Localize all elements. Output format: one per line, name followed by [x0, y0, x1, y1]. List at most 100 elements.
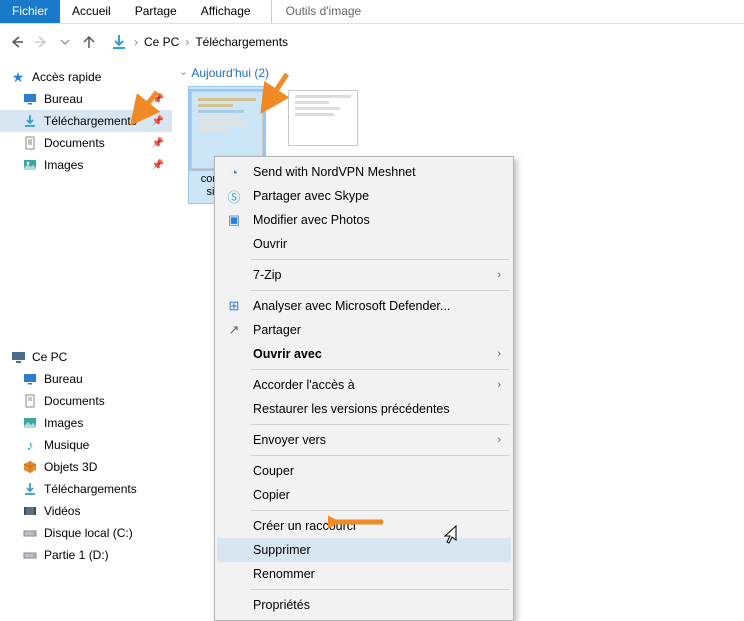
navbar: › Ce PC › Téléchargements	[0, 24, 744, 60]
skype-icon: Ⓢ	[225, 187, 243, 206]
document-icon	[22, 393, 38, 409]
ctx-creer-raccourci[interactable]: Créer un raccourci	[217, 514, 511, 538]
tree-label: Accès rapide	[32, 70, 101, 84]
tree-item-pc-objets3d[interactable]: Objets 3D	[0, 456, 172, 478]
ctx-defender[interactable]: ⊞ Analyser avec Microsoft Defender...	[217, 294, 511, 318]
chevron-right-icon: ›	[497, 269, 501, 281]
download-icon	[22, 481, 38, 497]
ctx-couper[interactable]: Couper	[217, 459, 511, 483]
tree-this-pc[interactable]: Ce PC	[0, 346, 172, 368]
ctx-partager[interactable]: ↗ Partager	[217, 318, 511, 342]
ctx-send-meshnet[interactable]: ◔ Send with NordVPN Meshnet	[217, 160, 511, 184]
share-icon: ↗	[225, 322, 243, 338]
tree-label: Documents	[44, 394, 105, 408]
tree-item-pc-images[interactable]: Images	[0, 412, 172, 434]
separator	[251, 290, 509, 291]
ctx-restaurer-versions[interactable]: Restaurer les versions précédentes	[217, 397, 511, 421]
meshnet-icon: ◔	[225, 165, 243, 180]
tree-label: Images	[44, 416, 83, 430]
download-icon	[22, 113, 38, 129]
tree-item-pc-documents[interactable]: Documents	[0, 390, 172, 412]
nav-recent-dropdown-icon[interactable]	[56, 33, 74, 51]
breadcrumb-folder[interactable]: Téléchargements	[195, 35, 288, 49]
images-icon	[22, 415, 38, 431]
group-header[interactable]: › Aujourd'hui (2)	[180, 64, 736, 86]
desktop-icon	[22, 91, 38, 107]
separator	[251, 369, 509, 370]
separator	[251, 259, 509, 260]
pin-icon: 📌	[152, 160, 164, 171]
chevron-down-icon: ›	[178, 71, 189, 74]
tree-label: Objets 3D	[44, 460, 97, 474]
separator	[251, 455, 509, 456]
ctx-modifier-photos[interactable]: ▣ Modifier avec Photos	[217, 208, 511, 232]
photos-icon: ▣	[225, 212, 243, 228]
ctx-ouvrir[interactable]: Ouvrir	[217, 232, 511, 256]
nav-forward-icon	[32, 33, 50, 51]
tree-item-telechargements[interactable]: Téléchargements 📌	[0, 110, 172, 132]
ctx-accorder-acces[interactable]: Accorder l'accès à ›	[217, 373, 511, 397]
tree-label: Documents	[44, 136, 105, 150]
chevron-right-icon: ›	[497, 348, 501, 360]
star-icon: ★	[10, 69, 26, 85]
ribbon-tabs: Fichier Accueil Partage Affichage Outils…	[0, 0, 744, 24]
tree-item-pc-drive-c[interactable]: Disque local (C:)	[0, 522, 172, 544]
breadcrumb-root[interactable]: Ce PC	[144, 35, 179, 49]
nav-up-icon[interactable]	[80, 33, 98, 51]
pin-icon: 📌	[152, 138, 164, 149]
ctx-renommer[interactable]: Renommer	[217, 562, 511, 586]
ctx-supprimer[interactable]: Supprimer	[217, 538, 511, 562]
desktop-icon	[22, 371, 38, 387]
tree-item-pc-videos[interactable]: Vidéos	[0, 500, 172, 522]
nav-tree: ★ Accès rapide Bureau 📌 Téléchargements …	[0, 60, 172, 612]
document-icon	[22, 135, 38, 151]
tree-item-pc-telechargements[interactable]: Téléchargements	[0, 478, 172, 500]
chevron-right-icon: ›	[497, 434, 501, 446]
music-icon: ♪	[22, 437, 38, 453]
chevron-right-icon[interactable]: ›	[132, 35, 140, 49]
tree-quick-access[interactable]: ★ Accès rapide	[0, 66, 172, 88]
pin-icon: 📌	[152, 116, 164, 127]
breadcrumb[interactable]: › Ce PC › Téléchargements	[110, 33, 288, 51]
ctx-ouvrir-avec[interactable]: Ouvrir avec ›	[217, 342, 511, 366]
ctx-proprietes[interactable]: Propriétés	[217, 593, 511, 617]
pin-icon: 📌	[152, 94, 164, 105]
video-icon	[22, 503, 38, 519]
file-thumbnail	[288, 90, 358, 146]
ctx-envoyer-vers[interactable]: Envoyer vers ›	[217, 428, 511, 452]
tree-label: Disque local (C:)	[44, 526, 133, 540]
tree-label: Partie 1 (D:)	[44, 548, 109, 562]
pc-icon	[10, 349, 26, 365]
tree-item-bureau[interactable]: Bureau 📌	[0, 88, 172, 110]
downloads-folder-icon	[110, 33, 128, 51]
tree-item-pc-bureau[interactable]: Bureau	[0, 368, 172, 390]
ribbon-tab-partage[interactable]: Partage	[123, 0, 189, 23]
ctx-partager-skype[interactable]: Ⓢ Partager avec Skype	[217, 184, 511, 208]
separator	[251, 510, 509, 511]
tree-item-documents[interactable]: Documents 📌	[0, 132, 172, 154]
chevron-right-icon: ›	[497, 379, 501, 391]
ctx-copier[interactable]: Copier	[217, 483, 511, 507]
ribbon-tab-outils-image[interactable]: Outils d'image	[271, 0, 374, 23]
tree-item-images[interactable]: Images 📌	[0, 154, 172, 176]
drive-icon	[22, 547, 38, 563]
chevron-right-icon[interactable]: ›	[183, 35, 191, 49]
nav-back-icon[interactable]	[8, 33, 26, 51]
ribbon-tab-affichage[interactable]: Affichage	[189, 0, 263, 23]
separator	[251, 589, 509, 590]
shield-icon: ⊞	[225, 298, 243, 314]
tree-item-pc-musique[interactable]: ♪ Musique	[0, 434, 172, 456]
ctx-7zip[interactable]: 7-Zip ›	[217, 263, 511, 287]
tree-label: Musique	[44, 438, 89, 452]
tree-label: Téléchargements	[44, 482, 137, 496]
images-icon	[22, 157, 38, 173]
tree-item-pc-drive-d[interactable]: Partie 1 (D:)	[0, 544, 172, 566]
context-menu: ◔ Send with NordVPN Meshnet Ⓢ Partager a…	[214, 156, 514, 621]
tree-label: Téléchargements	[44, 114, 137, 128]
tree-label: Vidéos	[44, 504, 80, 518]
ribbon-tab-accueil[interactable]: Accueil	[60, 0, 123, 23]
group-label: Aujourd'hui (2)	[191, 66, 269, 80]
ribbon-tab-fichier[interactable]: Fichier	[0, 0, 60, 23]
tree-label: Bureau	[44, 372, 83, 386]
drive-icon	[22, 525, 38, 541]
